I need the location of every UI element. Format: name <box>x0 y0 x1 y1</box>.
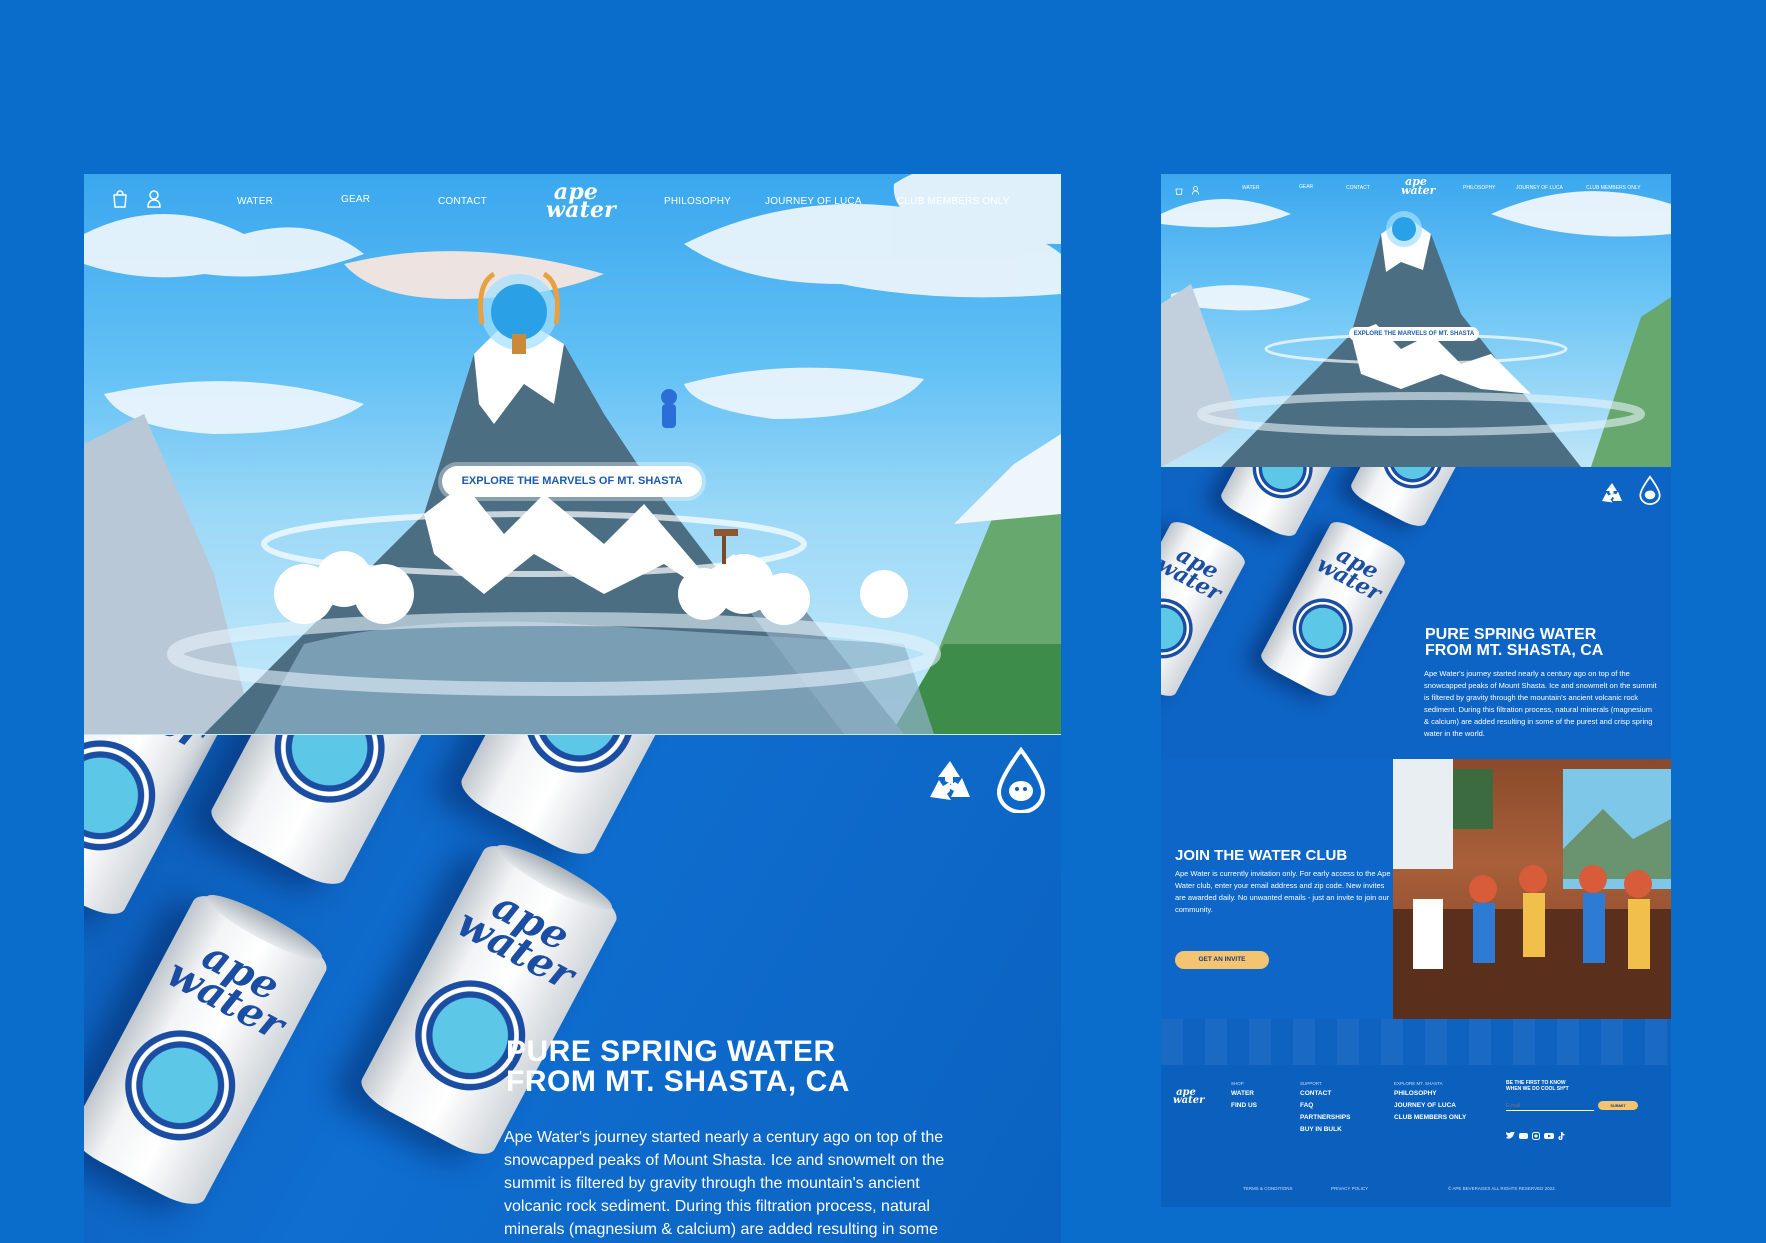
social-links <box>1506 1127 1565 1145</box>
spring-title: PURE SPRING WATER FROM MT. SHASTA, CA <box>506 1035 850 1098</box>
footer-support-heading: SUPPORT <box>1300 1081 1322 1086</box>
shopping-bag-icon[interactable] <box>1175 182 1183 200</box>
mount-shasta-illustration <box>84 174 1061 734</box>
footer-shop-heading: SHOP <box>1231 1081 1244 1086</box>
can-image <box>454 735 724 864</box>
footer-link-philosophy[interactable]: PHILOSOPHY <box>1394 1088 1466 1100</box>
recycle-icon <box>1599 481 1625 512</box>
nav-gear[interactable]: GEAR <box>341 194 370 205</box>
can-image: apewater <box>84 886 334 1214</box>
nav-club-members-only[interactable]: CLUB MEMBERS ONLY <box>1586 185 1641 191</box>
copyright: © APE BEVERAGES ALL RIGHTS RESERVED 2022… <box>1448 1186 1556 1191</box>
user-icon[interactable] <box>147 190 161 211</box>
nav-water[interactable]: WATER <box>1242 185 1260 191</box>
ape-water-logo[interactable]: ape water <box>1401 176 1435 196</box>
footer-link-buy-in-bulk[interactable]: BUY IN BULK <box>1300 1124 1350 1136</box>
nav-journey-of-luca[interactable]: JOURNEY OF LUCA <box>1516 185 1563 191</box>
nav-contact[interactable]: CONTACT <box>1346 185 1370 191</box>
footer-explore-heading: EXPLORE MT. SHASTA <box>1394 1081 1443 1086</box>
user-icon[interactable] <box>1192 182 1199 200</box>
terms-link[interactable]: TERMS & CONDITIONS <box>1243 1186 1293 1191</box>
tiktok-icon[interactable] <box>1558 1127 1565 1145</box>
footer-pattern <box>1161 1019 1671 1065</box>
twitter-icon[interactable] <box>1506 1127 1515 1145</box>
explore-mt-shasta-button[interactable]: EXPLORE THE MARVELS OF MT. SHASTA <box>1349 327 1479 341</box>
nav-philosophy[interactable]: PHILOSOPHY <box>664 196 731 207</box>
ape-drop-icon <box>996 746 1046 818</box>
youtube-icon[interactable] <box>1544 1127 1554 1145</box>
spring-body: Ape Water's journey started nearly a cen… <box>1424 669 1657 738</box>
footer-link-club-members-only[interactable]: CLUB MEMBERS ONLY <box>1394 1112 1466 1124</box>
footer-explore-links: PHILOSOPHY JOURNEY OF LUCA CLUB MEMBERS … <box>1394 1088 1466 1124</box>
recycle-icon <box>924 757 976 814</box>
shopping-bag-icon[interactable] <box>112 190 128 211</box>
get-an-invite-button[interactable]: GET AN INVITE <box>1175 951 1269 969</box>
footer-logo[interactable]: ape water <box>1173 1088 1204 1106</box>
footer-support-links: CONTACT FAQ PARTNERSHIPS BUY IN BULK <box>1300 1088 1350 1136</box>
can-image <box>1347 467 1499 532</box>
footer <box>1161 1065 1671 1207</box>
spring-title: PURE SPRING WATER FROM MT. SHASTA, CA <box>1425 626 1604 659</box>
privacy-link[interactable]: PRIVACY POLICY <box>1331 1186 1368 1191</box>
submit-button[interactable]: SUBMIT <box>1598 1101 1638 1110</box>
instagram-icon[interactable] <box>1532 1127 1540 1145</box>
hero-section: WATER GEAR CONTACT ape water PHILOSOPHY J… <box>84 174 1061 735</box>
nav-gear[interactable]: GEAR <box>1299 184 1313 190</box>
footer-shop-links: WATER FIND US <box>1231 1088 1257 1112</box>
nav-philosophy[interactable]: PHILOSOPHY <box>1463 185 1496 191</box>
mobile-hero: WATER GEAR CONTACT ape water PHILOSOPHY J… <box>1161 174 1671 467</box>
footer-link-partnerships[interactable]: PARTNERSHIPS <box>1300 1112 1350 1124</box>
nav-journey-of-luca[interactable]: JOURNEY OF LUCA <box>765 196 862 207</box>
can-image: apewater <box>1161 516 1249 702</box>
nav-water[interactable]: WATER <box>237 196 273 207</box>
footer-link-journey-of-luca[interactable]: JOURNEY OF LUCA <box>1394 1100 1466 1112</box>
mount-shasta-illustration <box>1161 191 1671 467</box>
can-image <box>204 735 474 894</box>
ape-water-logo[interactable]: ape water <box>546 181 616 220</box>
footer-link-contact[interactable]: CONTACT <box>1300 1088 1350 1100</box>
discord-icon[interactable] <box>1519 1127 1528 1145</box>
spring-body: Ape Water's journey started nearly a cen… <box>504 1129 945 1238</box>
can-image: apewater <box>1257 516 1409 702</box>
email-field[interactable] <box>1506 1101 1594 1111</box>
newsletter-heading: BE THE FIRST TO KNOW WHEN WE DO COOL SH*… <box>1506 1080 1569 1092</box>
can-image: apewater <box>354 836 624 1164</box>
footer-link-find-us[interactable]: FIND US <box>1231 1100 1257 1112</box>
club-body: Ape Water is currently invitation only. … <box>1175 869 1391 914</box>
footer-link-water[interactable]: WATER <box>1231 1088 1257 1100</box>
nav-contact[interactable]: CONTACT <box>438 196 487 207</box>
club-title: JOIN THE WATER CLUB <box>1175 847 1348 864</box>
ape-drop-icon <box>1639 475 1661 510</box>
main-nav: WATER GEAR CONTACT ape water PHILOSOPHY J… <box>84 174 1061 230</box>
nav-club-members-only[interactable]: CLUB MEMBERS ONLY <box>897 196 1010 207</box>
club-party-illustration <box>1393 759 1671 1019</box>
footer-link-faq[interactable]: FAQ <box>1300 1100 1350 1112</box>
tablet-mockup: WATER GEAR CONTACT ape water PHILOSOPHY J… <box>1161 174 1671 1207</box>
explore-mt-shasta-button[interactable]: EXPLORE THE MARVELS OF MT. SHASTA <box>442 466 702 497</box>
